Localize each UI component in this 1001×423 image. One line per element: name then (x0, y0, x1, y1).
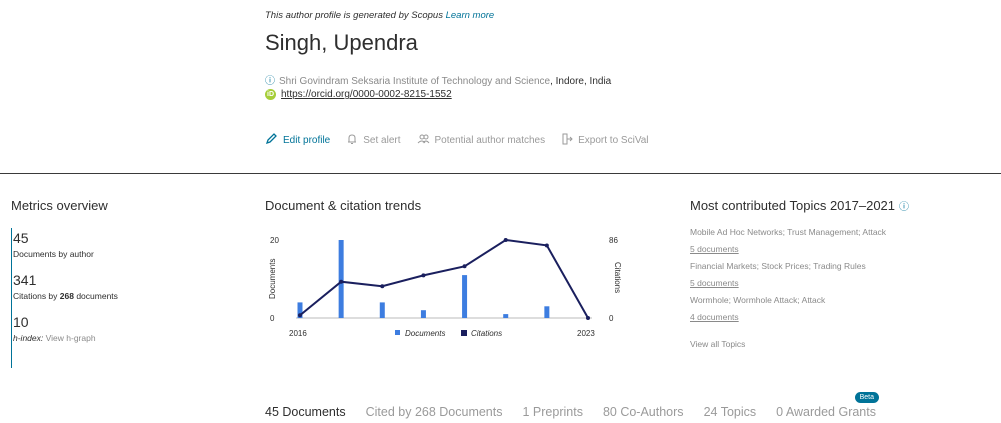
chart-right-tick-label: 0 (609, 314, 614, 323)
trends-section: Document & citation trends (265, 198, 421, 213)
orcid-row: iD https://orcid.org/0000-0002-8215-1552 (265, 89, 452, 100)
chart-x-tick-label: 2016 (289, 329, 307, 338)
tab-coauthors[interactable]: 80 Co-Authors (603, 405, 684, 419)
orcid-link[interactable]: https://orcid.org/0000-0002-8215-1552 (281, 89, 452, 100)
chart-left-tick-label: 20 (270, 236, 279, 245)
chart-point-citations (586, 316, 590, 320)
tab-documents[interactable]: 45 Documents (265, 405, 346, 419)
chart-x-tick-label: 2023 (577, 329, 595, 338)
chart-point-citations (544, 243, 549, 248)
beta-badge: Beta (854, 392, 879, 403)
learn-more-link[interactable]: Learn more (446, 10, 495, 21)
chart-point-citations (339, 279, 344, 284)
hindex-label: h-index: (13, 333, 44, 343)
topics-title-text: Most contributed Topics 2017–2021 (690, 198, 896, 213)
edit-profile-button[interactable]: Edit profile (265, 132, 330, 148)
bell-icon (346, 133, 358, 148)
hindex-row: h-index: View h-graph (13, 333, 173, 343)
documents-label[interactable]: Documents by author (13, 249, 173, 259)
info-icon[interactable]: ⓘ (899, 202, 909, 213)
export-label: Export to SciVal (578, 134, 649, 146)
citing-docs-count: 268 (59, 291, 74, 301)
chart-bar-documents (379, 302, 385, 318)
export-to-scival-button[interactable]: Export to SciVal (561, 132, 649, 148)
pencil-icon (265, 132, 278, 148)
export-icon (561, 133, 573, 148)
profile-tabs: 45 Documents Cited by 268 Documents 1 Pr… (265, 392, 879, 419)
author-name: Singh, Upendra (265, 30, 418, 55)
hindex-value: 10 (13, 314, 29, 330)
citations-count: 341 (13, 272, 37, 288)
tab-awarded-grants[interactable]: 0 Awarded Grants Beta (776, 392, 879, 419)
divider (0, 173, 1001, 174)
legend-documents-label: Documents (405, 329, 445, 338)
set-alert-button[interactable]: Set alert (346, 132, 401, 148)
legend-citations-label: Citations (471, 329, 502, 338)
metrics-overview-title: Metrics overview (11, 198, 108, 213)
topic-name: Financial Markets; Stock Prices; Trading… (690, 261, 866, 271)
chart-bar-documents (420, 310, 426, 318)
citations-label-pre: Citations by (13, 291, 60, 301)
citations-label[interactable]: Citations by 268 documents (13, 291, 173, 301)
chart-point-citations (421, 273, 426, 278)
topic-documents-link[interactable]: 5 documents (690, 278, 909, 288)
trends-title: Document & citation trends (265, 198, 422, 213)
set-alert-label: Set alert (363, 134, 401, 146)
metrics-list: 45 Documents by author 341 Citations by … (11, 228, 173, 368)
chart-point-citations (462, 264, 467, 269)
institution-location: , Indore, India (550, 76, 612, 87)
author-affiliation: ⓘ Shri Govindram Seksaria Institute of Te… (265, 72, 611, 87)
topics-section: Most contributed Topics 2017–2021 ⓘ Mobil… (690, 198, 909, 349)
people-icon (417, 133, 430, 148)
citations-label-post: documents (73, 291, 118, 301)
topic-documents-link[interactable]: 4 documents (690, 312, 909, 322)
chart-bar-documents (462, 275, 468, 318)
chart-y-axis-label-right: Citations (613, 262, 622, 293)
tab-preprints[interactable]: 1 Preprints (523, 405, 583, 419)
chart-y-axis-label-left: Documents (268, 259, 277, 299)
trends-chart: 20 0 86 0 Documents Citations 2016 2023 Document… (268, 236, 622, 338)
info-icon: ⓘ (265, 76, 275, 87)
chart-right-tick-label: 86 (609, 236, 618, 245)
chart-bar-documents (503, 314, 509, 318)
potential-author-matches-button[interactable]: Potential author matches (417, 132, 546, 148)
legend-documents-swatch (395, 330, 400, 335)
view-all-topics-link[interactable]: View all Topics (690, 339, 909, 349)
profile-actions: Edit profile Set alert Potential author … (265, 132, 649, 148)
potential-matches-label: Potential author matches (434, 134, 546, 146)
topic-name: Mobile Ad Hoc Networks; Trust Management… (690, 227, 887, 237)
institution-name[interactable]: Shri Govindram Seksaria Institute of Tec… (279, 76, 550, 87)
edit-profile-label: Edit profile (283, 134, 331, 146)
chart-point-citations (298, 313, 302, 318)
tab-topics[interactable]: 24 Topics (704, 405, 757, 419)
topic-name: Wormhole; Wormhole Attack; Attack (690, 295, 826, 305)
orcid-icon: iD (265, 89, 276, 100)
documents-count: 45 (13, 230, 29, 246)
view-h-graph-link[interactable]: View h-graph (46, 333, 96, 343)
topics-title: Most contributed Topics 2017–2021 ⓘ (690, 198, 909, 213)
chart-bar-documents (338, 240, 344, 318)
topic-documents-link[interactable]: 5 documents (690, 244, 909, 254)
scopus-generated-note: This author profile is generated by Scop… (265, 10, 494, 21)
chart-left-tick-label: 0 (270, 314, 275, 323)
chart-bar-documents (544, 306, 550, 318)
tab-cited-by[interactable]: Cited by 268 Documents (366, 405, 503, 419)
generated-text: This author profile is generated by Scop… (265, 10, 443, 21)
chart-point-citations (380, 284, 385, 289)
legend-citations-swatch (461, 330, 467, 336)
tab-awarded-grants-label: 0 Awarded Grants (776, 405, 876, 419)
chart-point-citations (503, 238, 508, 242)
